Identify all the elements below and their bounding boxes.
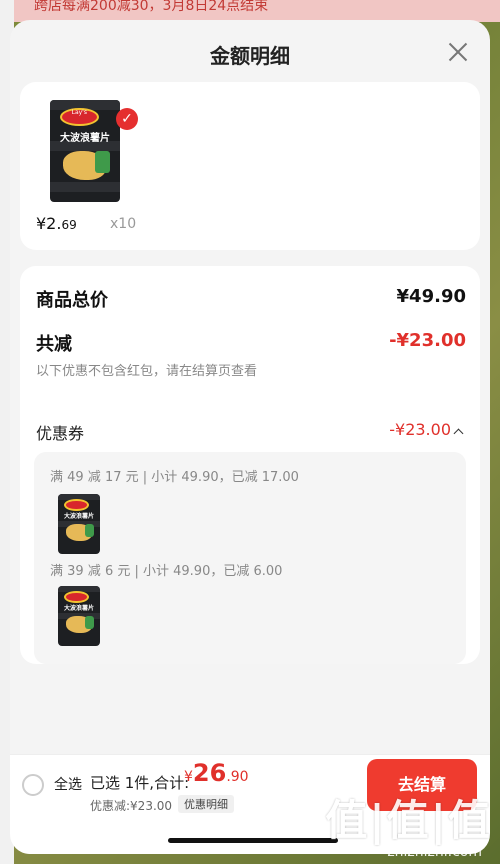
price-summary-card: 商品总价 ¥49.90 共减 -¥23.00 以下优惠不包含红包，请在结算页查看… — [20, 266, 480, 664]
coupon-product-image-1: 大波浪薯片 — [58, 494, 100, 554]
home-indicator — [168, 838, 338, 843]
promo-banner-text: 跨店每满200减30，3月8日24点结束 — [34, 0, 269, 14]
chevron-up-icon — [453, 428, 464, 439]
flavor-badge — [84, 616, 95, 630]
product-bag-name: 大波浪薯片 — [63, 604, 94, 612]
sheet-title: 金额明细 — [210, 44, 290, 68]
quantity: x10 — [110, 216, 137, 232]
site-watermark-url: zhizhizhi.com — [387, 844, 482, 860]
brand-logo — [63, 498, 89, 512]
unit-price: ¥2.69 — [36, 214, 77, 233]
coupon-line-2: 满 39 减 6 元 | 小计 49.90，已减 6.00 — [50, 564, 283, 579]
product-image[interactable]: Lay's 大波浪薯片 — [50, 100, 120, 202]
product-card: Lay's 大波浪薯片 ✓ ¥2.69 x10 — [20, 82, 480, 250]
product-bag-name: 大波浪薯片 — [60, 132, 110, 144]
flavor-badge — [94, 151, 111, 174]
reduction-value: -¥23.00 — [389, 330, 466, 351]
discount-text: 优惠减:¥23.00 — [90, 799, 173, 813]
reduction-note: 以下优惠不包含红包，请在结算页查看 — [36, 364, 258, 379]
brand-logo — [63, 590, 89, 604]
coupon-label: 优惠券 — [36, 424, 85, 443]
selected-check-icon[interactable]: ✓ — [116, 108, 138, 130]
coupon-toggle[interactable]: -¥23.00 — [389, 420, 464, 439]
select-all-label[interactable]: 全选 — [54, 774, 82, 794]
goods-total-value: ¥49.90 — [396, 286, 466, 307]
discount-detail-tag[interactable]: 优惠明细 — [178, 795, 234, 813]
close-icon[interactable] — [446, 40, 470, 64]
coupon-line-1: 满 49 减 17 元 | 小计 49.90，已减 17.00 — [50, 470, 299, 485]
amount-detail-sheet: 金额明细 Lay's 大波浪薯片 ✓ ¥2.69 x10 商品总价 ¥49.90… — [10, 20, 490, 854]
total-price: ¥26.90 — [184, 759, 249, 787]
brand-logo: Lay's — [59, 108, 99, 127]
selected-summary: 已选 1件,合计: — [90, 774, 190, 792]
promo-banner: 跨店每满200减30，3月8日24点结束 — [14, 0, 500, 22]
coupon-value: -¥23.00 — [389, 420, 451, 439]
goods-total-label: 商品总价 — [36, 290, 108, 311]
site-watermark: 值|值|值 — [325, 796, 492, 845]
select-all-radio[interactable] — [22, 774, 44, 796]
coupon-detail-box: 满 49 减 17 元 | 小计 49.90，已减 17.00 大波浪薯片 满 … — [34, 452, 466, 664]
reduction-label: 共减 — [36, 334, 72, 355]
product-bag-name: 大波浪薯片 — [63, 512, 94, 520]
coupon-product-image-2: 大波浪薯片 — [58, 586, 100, 646]
flavor-badge — [84, 524, 95, 538]
